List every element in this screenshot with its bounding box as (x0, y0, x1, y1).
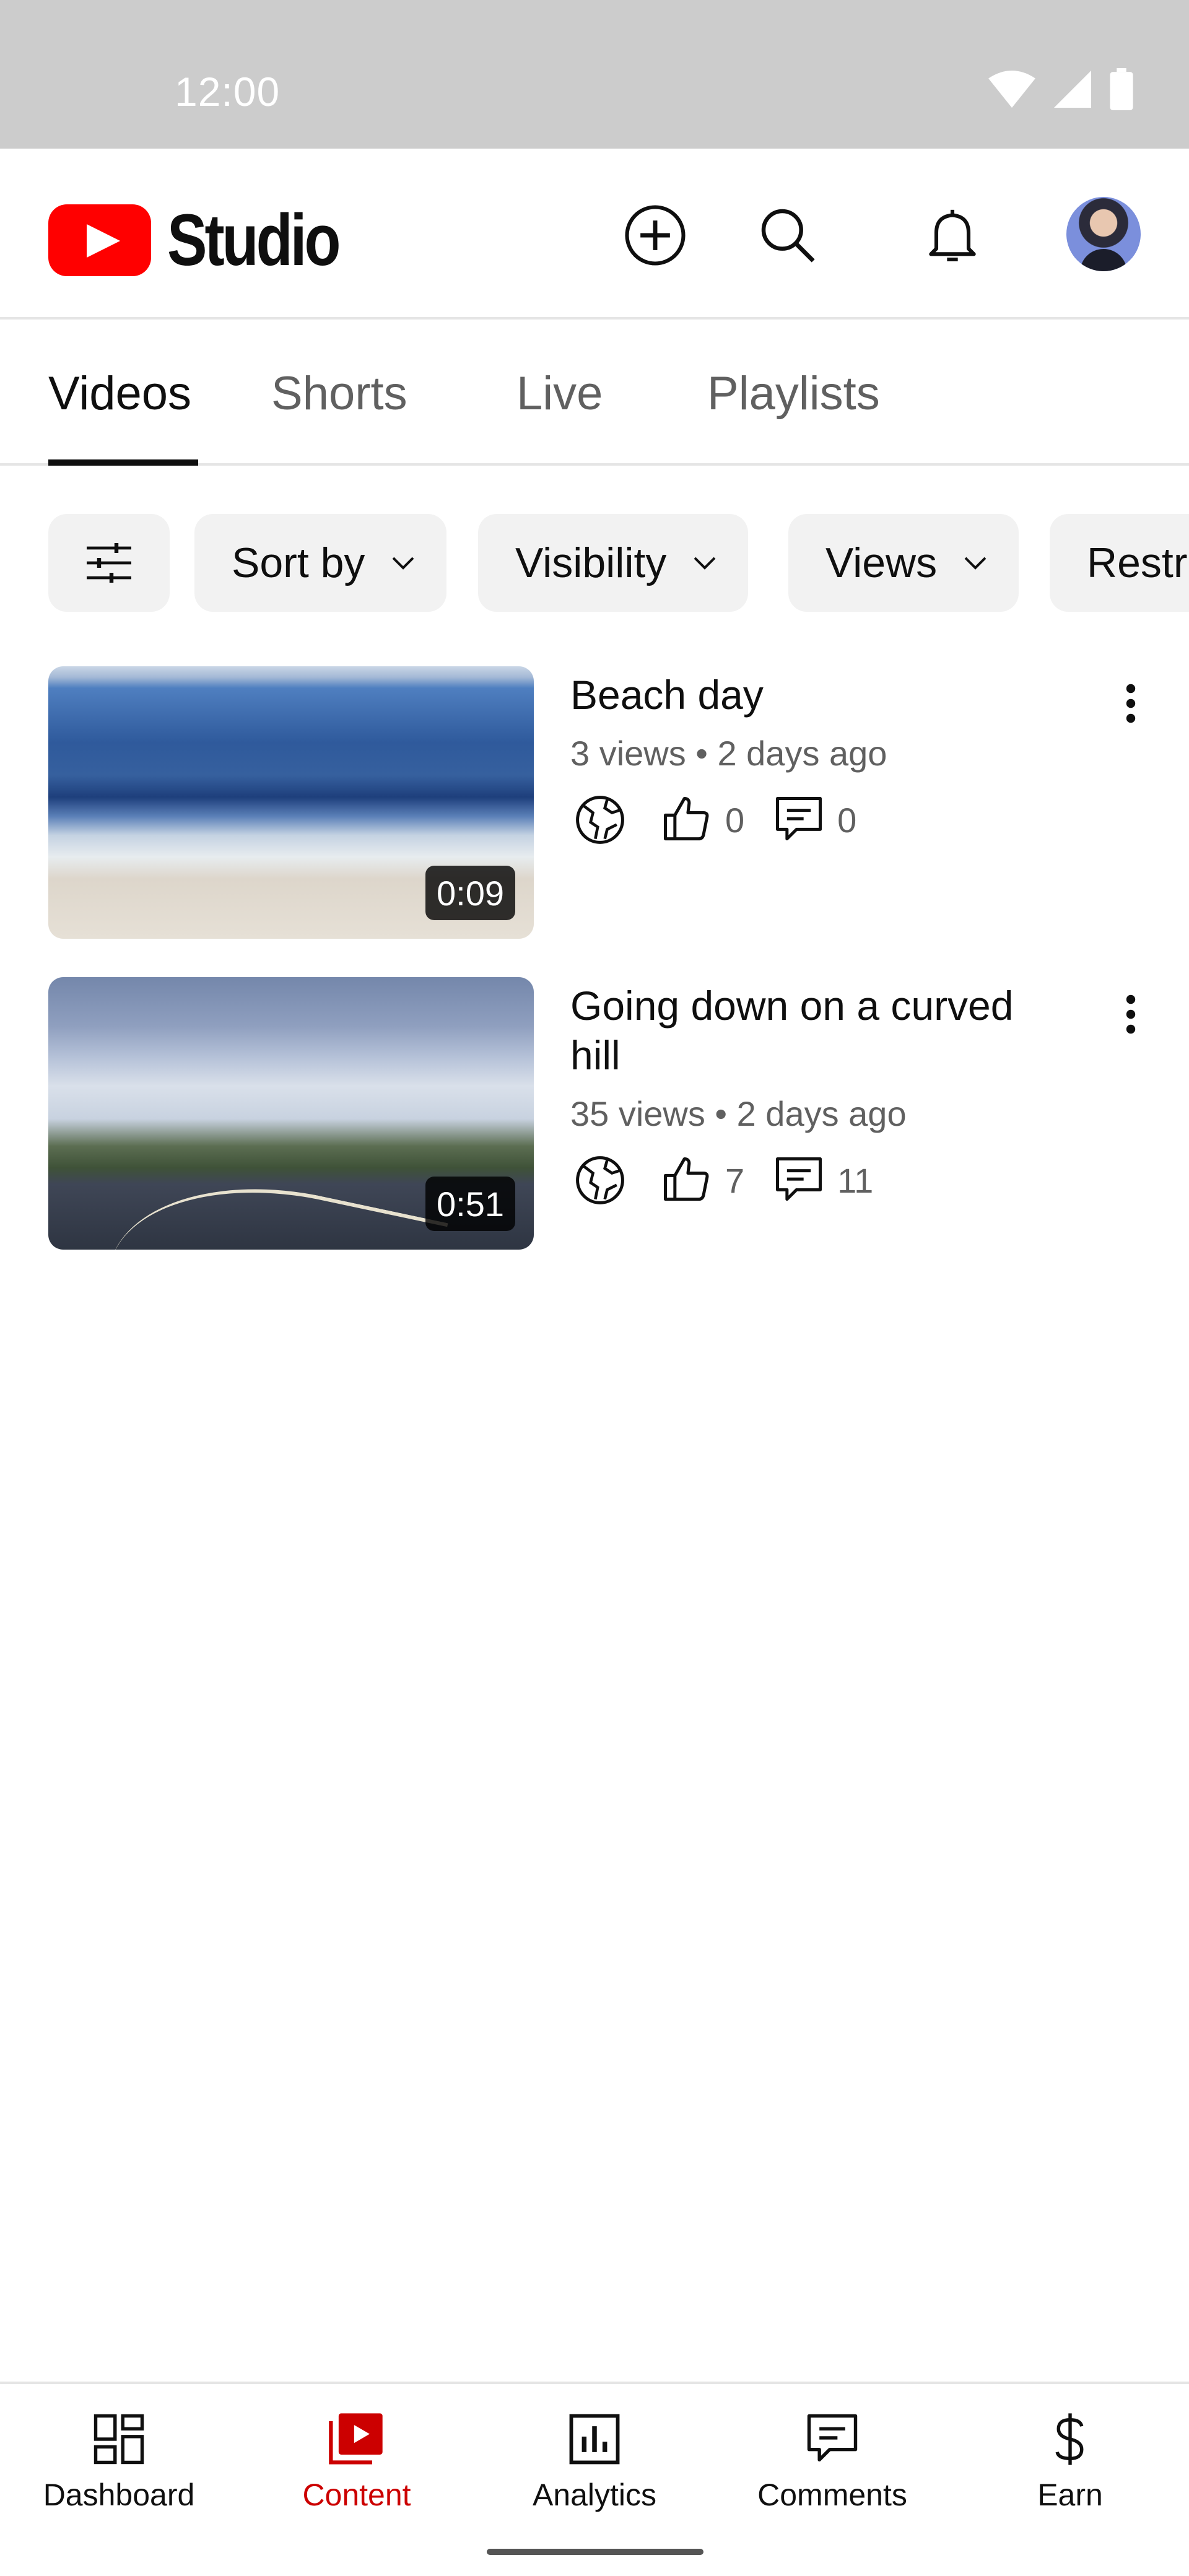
nav-label: Comments (757, 2478, 907, 2512)
video-thumbnail[interactable]: 0:51 (48, 977, 534, 1250)
nav-label: Analytics (532, 2478, 657, 2512)
comments-icon (798, 2405, 866, 2473)
video-info: Going down on a curved hill 35 views • 2… (570, 977, 1053, 1214)
road-line (94, 1156, 448, 1250)
more-options-button[interactable] (1111, 977, 1151, 1051)
comment-count: 0 (837, 800, 857, 840)
signal-icon (1054, 71, 1091, 108)
add-circle-icon (625, 205, 686, 266)
youtube-play-logo-icon (48, 204, 151, 276)
thumb-up-icon (657, 790, 716, 850)
dollar-icon (1036, 2405, 1104, 2473)
like-count: 0 (725, 800, 745, 840)
tab-playlists[interactable]: Playlists (707, 367, 880, 420)
duration-badge: 0:09 (425, 866, 515, 920)
nav-label: Content (302, 2478, 411, 2512)
nav-label: Dashboard (43, 2478, 195, 2512)
nav-dashboard[interactable]: Dashboard (0, 2384, 238, 2529)
filter-button[interactable] (48, 514, 170, 612)
youtube-studio-logo: Studio (48, 198, 376, 282)
bottom-navigation: Dashboard Content Analytics Comments Ear… (0, 2382, 1189, 2526)
video-row[interactable]: 0:09 Beach day 3 views • 2 days ago 0 0 (48, 666, 1151, 939)
comment-icon (769, 1151, 829, 1210)
status-bar: 12:00 (0, 0, 1189, 149)
content-tabs: Videos Shorts Live Playlists (0, 320, 1189, 466)
wifi-icon (988, 71, 1035, 108)
more-vert-icon (1126, 684, 1136, 723)
status-icons (988, 64, 1133, 114)
battery-icon (1110, 68, 1133, 110)
search-icon (761, 209, 815, 263)
comment-count: 11 (837, 1160, 874, 1200)
video-meta: 35 views • 2 days ago (570, 1094, 907, 1133)
tab-videos[interactable]: Videos (48, 367, 191, 420)
nav-content[interactable]: Content (238, 2384, 476, 2529)
chevron-down-icon (388, 548, 418, 578)
comment-icon (769, 790, 829, 850)
globe-icon (570, 790, 630, 850)
app-header: Studio (0, 149, 1189, 320)
content-icon (323, 2405, 391, 2473)
thumb-up-icon (657, 1151, 716, 1210)
visibility-chip[interactable]: Visibility (478, 514, 749, 612)
chevron-down-icon (960, 548, 990, 578)
like-count: 7 (725, 1160, 745, 1200)
sort-by-chip[interactable]: Sort by (194, 514, 447, 612)
home-indicator[interactable] (487, 2549, 703, 2555)
nav-comments[interactable]: Comments (713, 2384, 951, 2529)
video-title[interactable]: Going down on a curved hill (570, 981, 1053, 1080)
chip-label: Sort by (232, 539, 365, 586)
video-thumbnail[interactable]: 0:09 (48, 666, 534, 939)
status-time: 12:00 (175, 69, 281, 115)
chip-label: Restr (1087, 539, 1188, 586)
views-chip[interactable]: Views (788, 514, 1019, 612)
video-stats: 7 11 (570, 1146, 1053, 1214)
chevron-down-icon (690, 548, 720, 578)
analytics-icon (560, 2405, 629, 2473)
more-options-button[interactable] (1111, 666, 1151, 741)
active-tab-indicator (48, 459, 198, 466)
more-vert-icon (1126, 994, 1136, 1034)
search-button[interactable] (751, 198, 825, 272)
duration-badge: 0:51 (425, 1177, 515, 1231)
video-title[interactable]: Beach day (570, 670, 1053, 720)
nav-analytics[interactable]: Analytics (476, 2384, 713, 2529)
restrictions-chip[interactable]: Restr (1050, 514, 1189, 612)
tab-live[interactable]: Live (516, 367, 603, 420)
video-info: Beach day 3 views • 2 days ago 0 0 (570, 666, 1053, 854)
logo-text: Studio (167, 199, 341, 281)
dashboard-icon (85, 2405, 153, 2473)
video-stats: 0 0 (570, 786, 1053, 854)
globe-icon (570, 1151, 630, 1210)
nav-earn[interactable]: Earn (951, 2384, 1189, 2529)
notifications-button[interactable] (915, 198, 990, 272)
bell-icon (929, 209, 976, 262)
create-button[interactable] (618, 198, 692, 272)
video-meta: 3 views • 2 days ago (570, 734, 887, 773)
nav-label: Earn (1037, 2478, 1103, 2512)
account-avatar[interactable] (1066, 197, 1141, 271)
chip-label: Visibility (515, 539, 667, 586)
video-row[interactable]: 0:51 Going down on a curved hill 35 view… (48, 977, 1151, 1250)
tune-icon (87, 543, 131, 583)
filter-chips: Sort by Visibility Views Restr (48, 514, 1189, 612)
tab-shorts[interactable]: Shorts (271, 367, 407, 420)
chip-label: Views (825, 539, 938, 586)
